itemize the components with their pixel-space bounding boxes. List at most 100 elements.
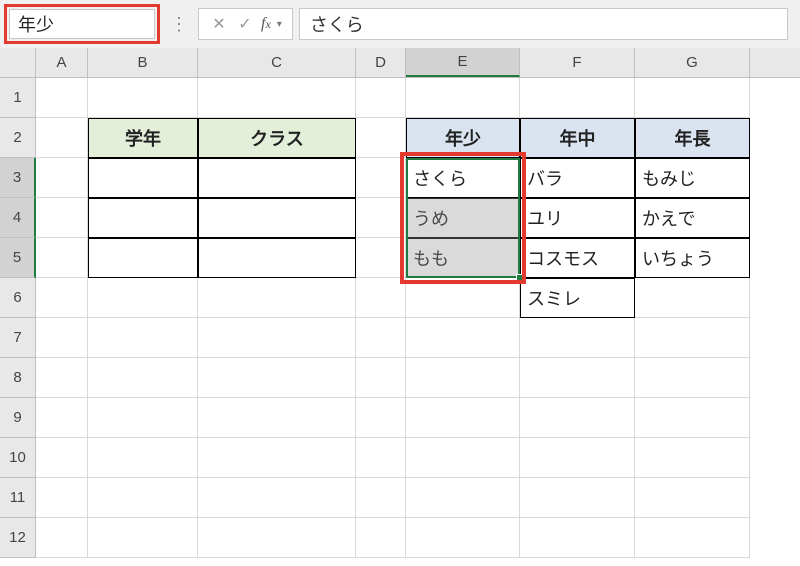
cell-B4[interactable] (88, 198, 198, 238)
row-header-10[interactable]: 10 (0, 438, 36, 478)
col-header-C[interactable]: C (198, 48, 356, 77)
cell-F2[interactable]: 年中 (520, 118, 635, 158)
cell-E6[interactable] (406, 278, 520, 318)
cell-C2[interactable]: クラス (198, 118, 356, 158)
row-header-2[interactable]: 2 (0, 118, 36, 158)
col-header-F[interactable]: F (520, 48, 635, 77)
cell-G9[interactable] (635, 398, 750, 438)
row-header-1[interactable]: 1 (0, 78, 36, 118)
col-header-D[interactable]: D (356, 48, 406, 77)
cell-E9[interactable] (406, 398, 520, 438)
cell-B7[interactable] (88, 318, 198, 358)
row-header-12[interactable]: 12 (0, 518, 36, 558)
cell-C7[interactable] (198, 318, 356, 358)
cell-D4[interactable] (356, 198, 406, 238)
cell-D11[interactable] (356, 478, 406, 518)
cell-E3[interactable]: さくら (406, 158, 520, 198)
cell-A5[interactable] (36, 238, 88, 278)
cell-A9[interactable] (36, 398, 88, 438)
fill-handle[interactable] (516, 274, 524, 282)
cell-A3[interactable] (36, 158, 88, 198)
cell-C8[interactable] (198, 358, 356, 398)
cell-G5[interactable]: いちょう (635, 238, 750, 278)
cell-C11[interactable] (198, 478, 356, 518)
cancel-icon[interactable]: ✕ (209, 14, 229, 34)
cell-G7[interactable] (635, 318, 750, 358)
cell-A10[interactable] (36, 438, 88, 478)
name-box[interactable]: 年少 (9, 9, 155, 39)
cell-A7[interactable] (36, 318, 88, 358)
cell-G4[interactable]: かえで (635, 198, 750, 238)
cell-B9[interactable] (88, 398, 198, 438)
col-header-A[interactable]: A (36, 48, 88, 77)
cell-D5[interactable] (356, 238, 406, 278)
cell-A2[interactable] (36, 118, 88, 158)
cell-E2[interactable]: 年少 (406, 118, 520, 158)
cell-G8[interactable] (635, 358, 750, 398)
cell-D1[interactable] (356, 78, 406, 118)
cell-E12[interactable] (406, 518, 520, 558)
cell-A8[interactable] (36, 358, 88, 398)
row-header-8[interactable]: 8 (0, 358, 36, 398)
cell-G11[interactable] (635, 478, 750, 518)
cell-C5[interactable] (198, 238, 356, 278)
cell-D2[interactable] (356, 118, 406, 158)
cell-C12[interactable] (198, 518, 356, 558)
cell-D12[interactable] (356, 518, 406, 558)
cell-E5[interactable]: もも (406, 238, 520, 278)
col-header-E[interactable]: E (406, 48, 520, 77)
cell-D7[interactable] (356, 318, 406, 358)
fx-icon[interactable]: fx (261, 15, 271, 33)
cell-E7[interactable] (406, 318, 520, 358)
row-header-11[interactable]: 11 (0, 478, 36, 518)
cell-D10[interactable] (356, 438, 406, 478)
cell-B10[interactable] (88, 438, 198, 478)
cell-G1[interactable] (635, 78, 750, 118)
cell-C3[interactable] (198, 158, 356, 198)
formula-input[interactable]: さくら (299, 8, 788, 40)
cell-F6[interactable]: スミレ (520, 278, 635, 318)
cell-F12[interactable] (520, 518, 635, 558)
cell-B2[interactable]: 学年 (88, 118, 198, 158)
row-header-4[interactable]: 4 (0, 198, 36, 238)
cell-A11[interactable] (36, 478, 88, 518)
cell-F11[interactable] (520, 478, 635, 518)
cell-G12[interactable] (635, 518, 750, 558)
cell-F1[interactable] (520, 78, 635, 118)
cell-B6[interactable] (88, 278, 198, 318)
cell-E11[interactable] (406, 478, 520, 518)
enter-icon[interactable]: ✓ (235, 14, 255, 34)
cell-G6[interactable] (635, 278, 750, 318)
cell-G3[interactable]: もみじ (635, 158, 750, 198)
select-all-corner[interactable] (0, 48, 36, 77)
cell-C6[interactable] (198, 278, 356, 318)
cell-E10[interactable] (406, 438, 520, 478)
cell-B1[interactable] (88, 78, 198, 118)
cell-E1[interactable] (406, 78, 520, 118)
cell-F4[interactable]: ユリ (520, 198, 635, 238)
col-header-G[interactable]: G (635, 48, 750, 77)
cell-C9[interactable] (198, 398, 356, 438)
cell-B8[interactable] (88, 358, 198, 398)
cell-F9[interactable] (520, 398, 635, 438)
cell-D9[interactable] (356, 398, 406, 438)
cell-C4[interactable] (198, 198, 356, 238)
cell-D8[interactable] (356, 358, 406, 398)
row-header-5[interactable]: 5 (0, 238, 36, 278)
cell-A4[interactable] (36, 198, 88, 238)
cell-G2[interactable]: 年長 (635, 118, 750, 158)
fx-dropdown-icon[interactable]: ▾ (277, 19, 282, 30)
cell-A12[interactable] (36, 518, 88, 558)
cell-G10[interactable] (635, 438, 750, 478)
cell-F8[interactable] (520, 358, 635, 398)
cell-F3[interactable]: バラ (520, 158, 635, 198)
cell-F10[interactable] (520, 438, 635, 478)
cell-F7[interactable] (520, 318, 635, 358)
cell-D6[interactable] (356, 278, 406, 318)
cell-C1[interactable] (198, 78, 356, 118)
col-header-B[interactable]: B (88, 48, 198, 77)
cell-A1[interactable] (36, 78, 88, 118)
row-header-7[interactable]: 7 (0, 318, 36, 358)
cell-C10[interactable] (198, 438, 356, 478)
row-header-3[interactable]: 3 (0, 158, 36, 198)
